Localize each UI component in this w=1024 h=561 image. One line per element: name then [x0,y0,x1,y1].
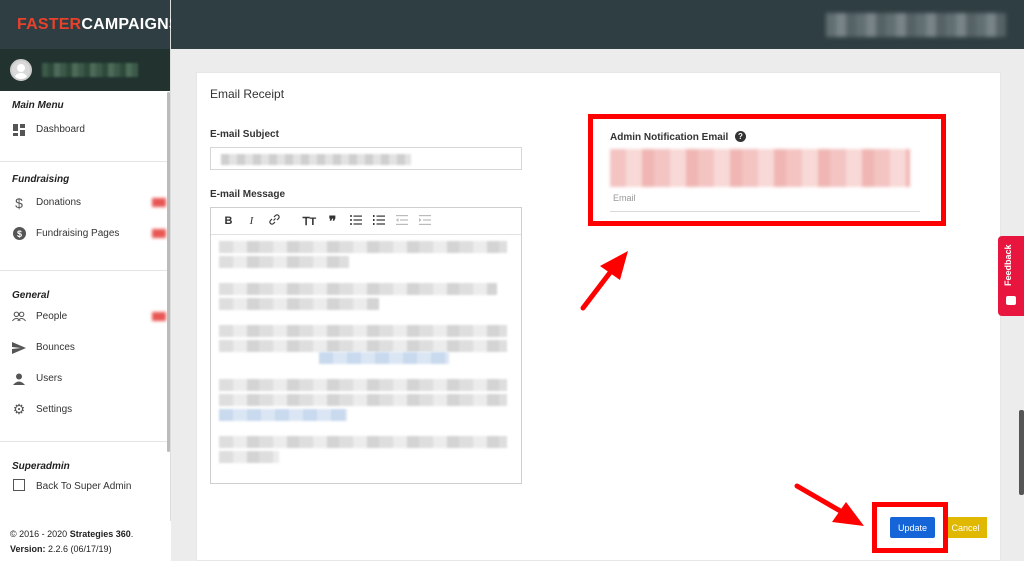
subject-value-redacted [221,154,411,165]
sidebar: FASTER CAMPAIGNS Main Menu Dashboard Fund… [0,0,180,561]
feedback-label: Feedback [1003,244,1013,286]
redacted-line [219,298,379,310]
feedback-tab[interactable]: Feedback [998,236,1024,316]
section-title: Superadmin [12,461,70,472]
avatar [10,59,32,81]
annotation-box-update [872,502,948,553]
copyright-period: . [130,529,134,539]
count-badge-redacted [152,198,166,207]
sidebar-item-settings[interactable]: ⚙ Settings [0,394,170,425]
link-button[interactable] [263,214,286,228]
redacted-line [219,325,507,337]
account-info-redacted[interactable] [826,13,1006,37]
numbered-list-button[interactable] [367,214,390,228]
dollar-circle-icon: $ [12,227,26,241]
section-fundraising: Fundraising $ Donations $ Fundraising Pa… [0,161,170,249]
copyright-text: © 2016 - 2020 [10,529,70,539]
sidebar-item-donations[interactable]: $ Donations [0,187,170,218]
redacted-line [219,241,507,253]
sidebar-item-fundraising-pages[interactable]: $ Fundraising Pages [0,218,170,249]
quote-button[interactable]: ❞ [321,213,344,230]
sidebar-item-label: Donations [36,197,82,208]
annotation-arrow-down [794,483,864,526]
redacted-line [219,256,349,268]
sidebar-item-label: Fundraising Pages [36,228,120,239]
section-title: Main Menu [12,100,64,111]
bullet-list-icon [349,214,362,225]
subject-label: E-mail Subject [210,129,279,140]
section-superadmin: Superadmin Back To Super Admin [0,441,170,492]
annotation-box-admin-email [588,114,946,226]
bold-button[interactable]: B [217,215,240,227]
dollar-icon: $ [15,194,23,211]
sidebar-item-label: People [36,311,68,322]
message-label: E-mail Message [210,189,286,200]
message-body-redacted [219,241,507,466]
sidebar-item-dashboard[interactable]: Dashboard [0,114,170,145]
page-title: Email Receipt [210,87,285,101]
annotation-arrow-up [580,251,628,311]
redacted-line [219,394,507,406]
redacted-line [219,340,507,352]
link-icon [269,214,280,225]
brand-part-2: CAMPAIGNS [81,15,180,33]
top-bar [171,0,1024,49]
count-badge-redacted [152,229,166,238]
outdent-button[interactable] [390,214,413,228]
svg-text:$: $ [16,229,21,239]
send-icon [12,341,26,355]
sidebar-scrollbar[interactable] [167,92,170,452]
cancel-button[interactable]: Cancel [944,517,987,538]
numbered-list-icon [372,214,385,225]
redacted-line [219,283,497,295]
italic-button[interactable]: I [240,215,263,227]
version-label: Version: [10,544,46,554]
sidebar-item-label: Bounces [36,342,75,353]
redacted-link [219,409,347,421]
sidebar-item-label: Back To Super Admin [36,481,132,492]
copyright-line: © 2016 - 2020 Strategies 360. [10,527,161,542]
gear-icon: ⚙ [12,401,26,417]
brand-part-1: FASTER [17,15,82,33]
section-title: Fundraising [12,174,70,185]
brand-logo[interactable]: FASTER CAMPAIGNS [0,0,180,49]
sidebar-item-label: Settings [36,404,73,415]
sidebar-item-back-to-super-admin[interactable]: Back To Super Admin [0,472,170,492]
redacted-line [219,436,507,448]
bullet-list-button[interactable] [344,214,367,228]
section-general: General People Bounces Users ⚙ Settings [0,270,170,425]
indent-icon [418,214,431,225]
section-title: General [12,290,50,301]
sidebar-item-label: Users [36,373,63,384]
people-icon [12,310,26,324]
heading-button[interactable]: ꓔT [298,215,321,228]
username-redacted [42,63,138,77]
sidebar-item-label: Dashboard [36,124,85,135]
user-icon [12,372,26,386]
version-value: 2.2.6 (06/17/19) [45,544,112,554]
count-badge-redacted [152,312,166,321]
redacted-link [319,352,449,364]
company-name: Strategies 360 [69,529,131,539]
outdent-icon [395,214,408,225]
sidebar-footer: © 2016 - 2020 Strategies 360. Version: 2… [0,521,171,561]
feedback-icon [1006,296,1016,305]
back-icon [12,478,26,492]
sidebar-item-bounces[interactable]: Bounces [0,332,170,363]
editor-toolbar: B I ꓔT ❞ [211,208,521,235]
user-bar[interactable] [0,49,170,91]
redacted-line [219,379,507,391]
redacted-line [219,451,279,463]
email-subject-input[interactable] [210,147,522,170]
sidebar-item-people[interactable]: People [0,301,170,332]
section-main-menu: Main Menu Dashboard [0,91,170,145]
version-line: Version: 2.2.6 (06/17/19) [10,542,161,557]
page-scrollbar[interactable] [1019,410,1024,495]
sidebar-item-users[interactable]: Users [0,363,170,394]
dashboard-icon [12,123,26,137]
indent-button[interactable] [413,214,436,228]
email-message-editor[interactable]: B I ꓔT ❞ [210,207,522,484]
